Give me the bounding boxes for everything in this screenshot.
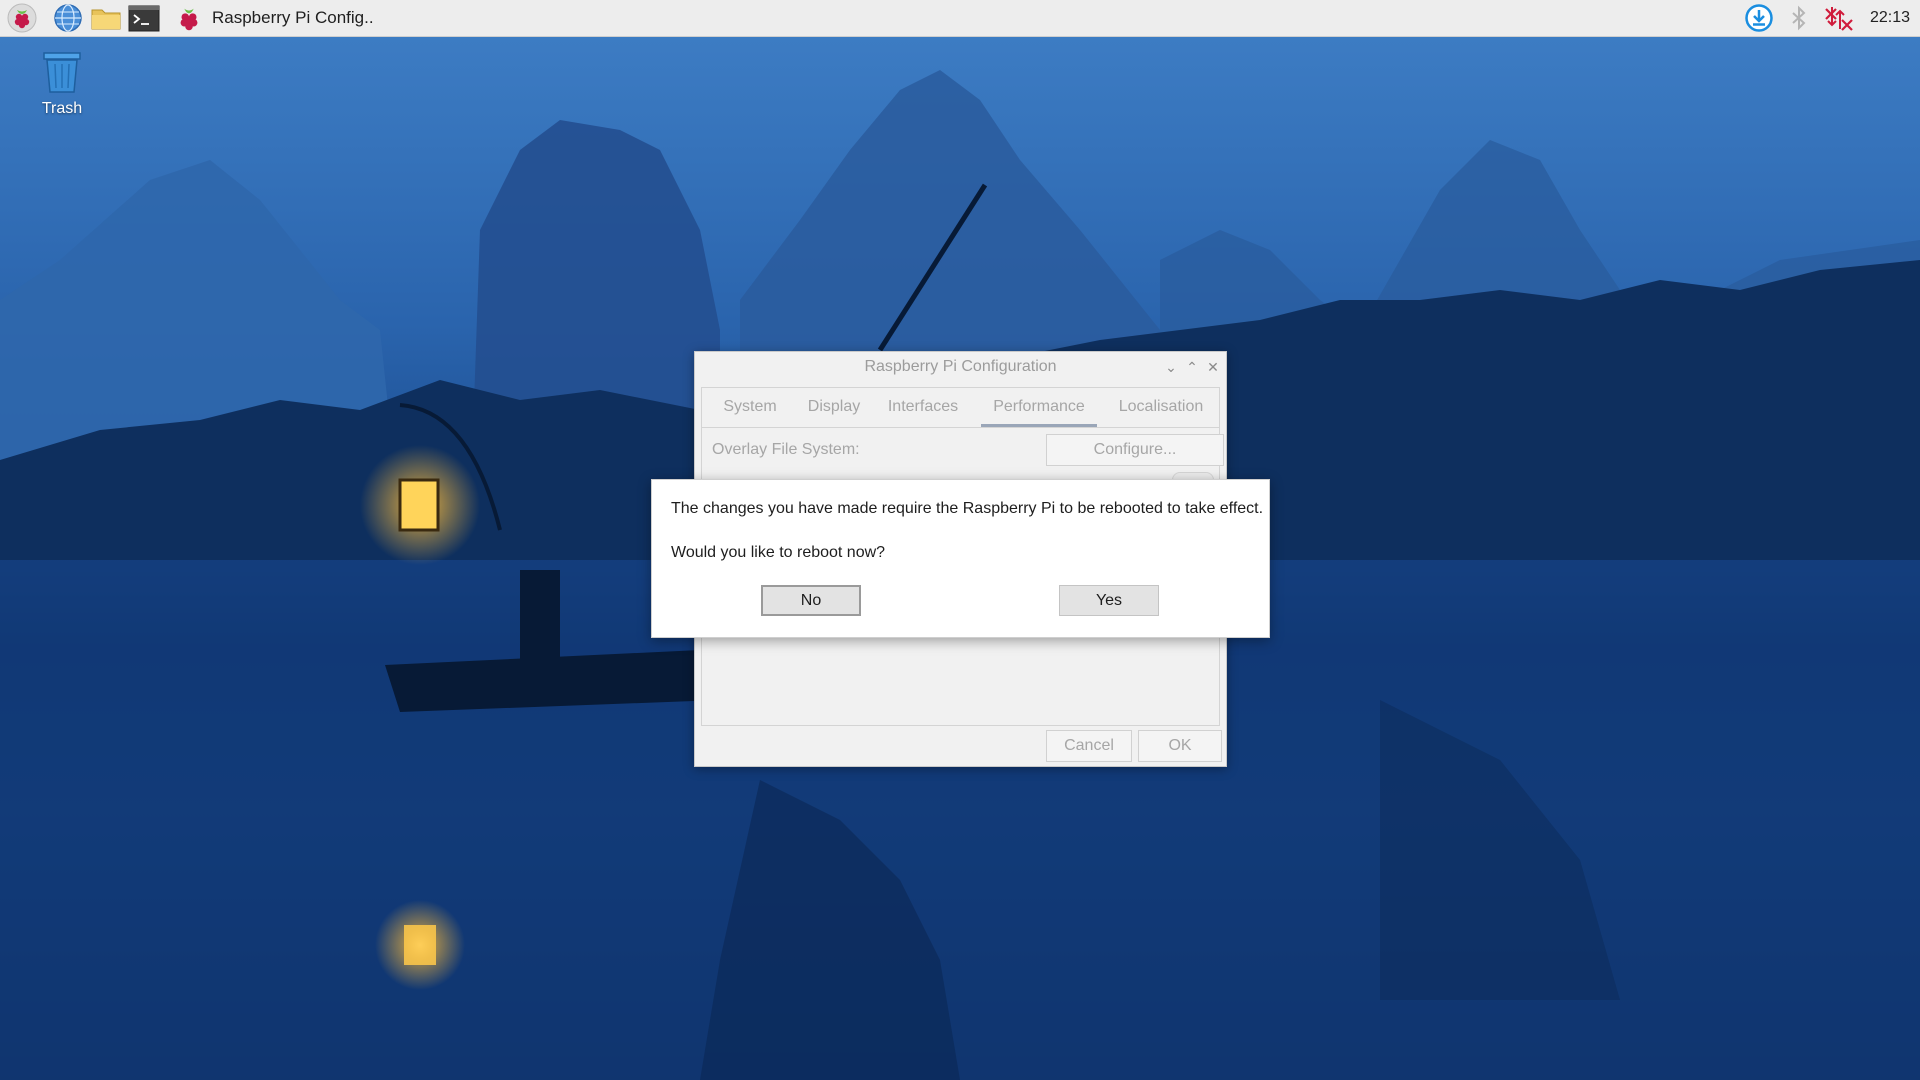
- raspberry-menu-button[interactable]: [6, 2, 38, 34]
- overlay-file-system-label: Overlay File System:: [712, 441, 860, 458]
- tab-system[interactable]: System: [712, 388, 788, 426]
- chevron-up-icon: ⌃: [1186, 359, 1198, 375]
- cancel-button[interactable]: Cancel: [1046, 730, 1132, 762]
- raspberry-icon: [180, 8, 198, 31]
- terminal-button[interactable]: [128, 2, 160, 34]
- taskbar: Raspberry Pi Config.. 22:13: [0, 0, 1920, 37]
- download-icon: [1745, 4, 1773, 32]
- close-button[interactable]: ✕: [1203, 352, 1223, 382]
- configure-button[interactable]: Configure...: [1046, 434, 1224, 466]
- maximize-button[interactable]: ⌃: [1182, 352, 1202, 382]
- tab-interfaces[interactable]: Interfaces: [880, 388, 966, 426]
- yes-button[interactable]: Yes: [1059, 585, 1159, 616]
- tab-performance[interactable]: Performance: [981, 388, 1097, 427]
- raspberry-icon: [7, 3, 37, 33]
- bluetooth-tray-button[interactable]: [1784, 3, 1814, 33]
- network-disconnected-icon: [1825, 7, 1853, 31]
- desktop-icon-trash[interactable]: Trash: [30, 48, 94, 118]
- bluetooth-icon: [1792, 5, 1806, 31]
- tab-display[interactable]: Display: [798, 388, 870, 426]
- window-title: Raspberry Pi Configuration: [864, 358, 1057, 375]
- globe-icon: [54, 4, 82, 32]
- trash-icon: [43, 52, 81, 93]
- ok-button[interactable]: OK: [1138, 730, 1222, 762]
- taskbar-task-config[interactable]: Raspberry Pi Config..: [174, 2, 374, 34]
- tab-localisation[interactable]: Localisation: [1107, 388, 1215, 426]
- clock[interactable]: 22:13: [1870, 0, 1910, 36]
- file-manager-button[interactable]: [90, 2, 122, 34]
- close-icon: ✕: [1207, 359, 1219, 375]
- tab-bar: System Display Interfaces Performance Lo…: [701, 387, 1220, 428]
- taskbar-task-label: Raspberry Pi Config..: [212, 8, 374, 27]
- updates-tray-button[interactable]: [1744, 3, 1774, 33]
- folder-icon: [91, 9, 121, 30]
- reboot-dialog: The changes you have made require the Ra…: [651, 479, 1270, 638]
- desktop-icon-label: Trash: [41, 100, 83, 117]
- network-tray-button[interactable]: [1824, 3, 1854, 33]
- web-browser-button[interactable]: [52, 2, 84, 34]
- dialog-message: The changes you have made require the Ra…: [671, 500, 1264, 517]
- chevron-down-icon: ⌄: [1165, 359, 1177, 375]
- desktop: Raspberry Pi Config.. 22:13 Trash Raspbe…: [0, 0, 1920, 1080]
- no-button[interactable]: No: [761, 585, 861, 616]
- dialog-question: Would you like to reboot now?: [671, 544, 886, 561]
- minimize-button[interactable]: ⌄: [1161, 352, 1181, 382]
- terminal-icon: [128, 5, 160, 32]
